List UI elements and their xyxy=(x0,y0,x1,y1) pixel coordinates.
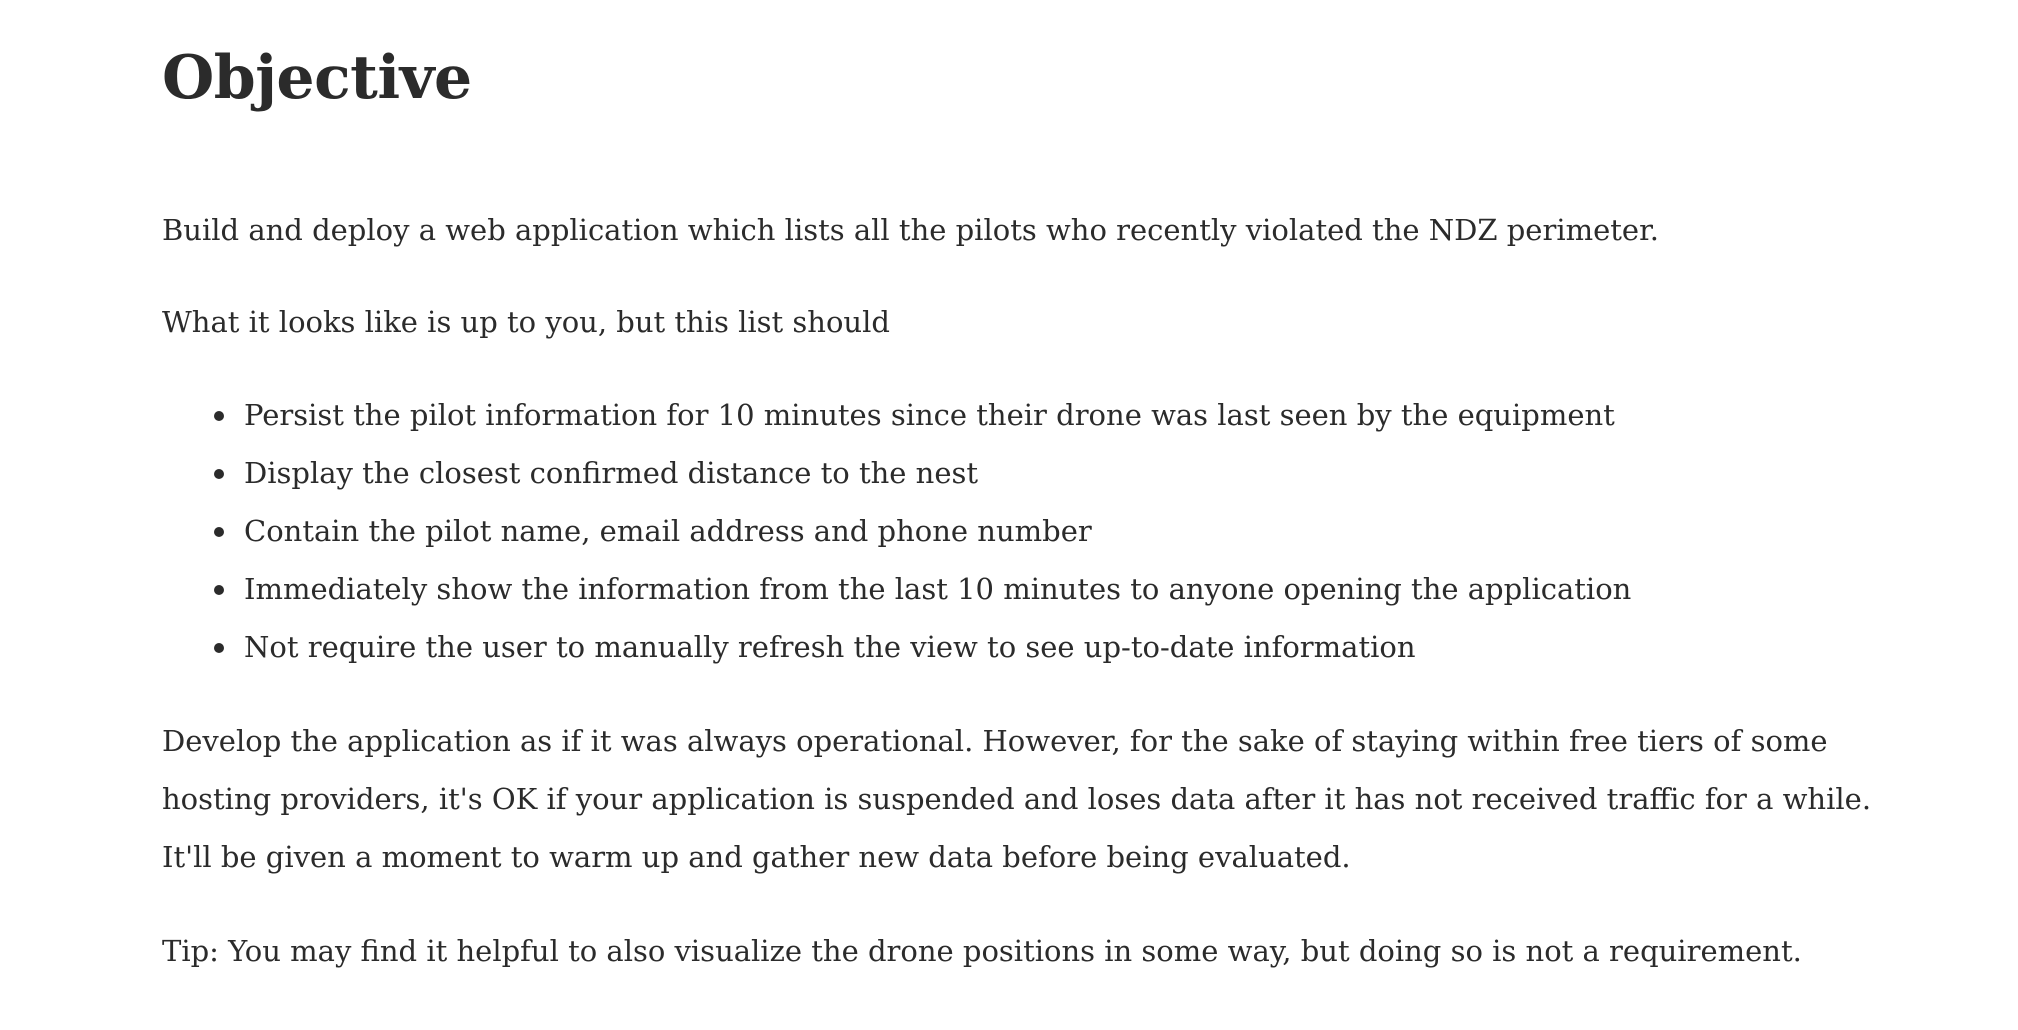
tip-paragraph: Tip: You may find it helpful to also vis… xyxy=(162,934,1802,968)
bullet-icon xyxy=(214,411,224,421)
requirements-list: Persist the pilot information for 10 min… xyxy=(162,386,1922,676)
list-item: Not require the user to manually refresh… xyxy=(162,618,1922,676)
section-heading: Objective xyxy=(162,43,472,113)
bullet-icon xyxy=(214,643,224,653)
document-content: Objective Build and deploy a web applica… xyxy=(162,38,1922,980)
development-paragraph: Develop the application as if it was alw… xyxy=(162,724,1872,874)
list-item-text: Not require the user to manually refresh… xyxy=(244,630,1416,664)
list-item: Contain the pilot name, email address an… xyxy=(162,502,1922,560)
list-item-text: Persist the pilot information for 10 min… xyxy=(244,398,1615,432)
intro-paragraph: Build and deploy a web application which… xyxy=(162,213,1659,247)
bullet-icon xyxy=(214,585,224,595)
requirements-lead-in: What it looks like is up to you, but thi… xyxy=(162,305,890,339)
bullet-icon xyxy=(214,527,224,537)
bullet-icon xyxy=(214,469,224,479)
list-item: Persist the pilot information for 10 min… xyxy=(162,386,1922,444)
list-item-text: Immediately show the information from th… xyxy=(244,572,1632,606)
list-item: Display the closest confirmed distance t… xyxy=(162,444,1922,502)
page: Objective Build and deploy a web applica… xyxy=(0,0,2018,1030)
list-item: Immediately show the information from th… xyxy=(162,560,1922,618)
list-item-text: Contain the pilot name, email address an… xyxy=(244,514,1092,548)
list-item-text: Display the closest confirmed distance t… xyxy=(244,456,979,490)
